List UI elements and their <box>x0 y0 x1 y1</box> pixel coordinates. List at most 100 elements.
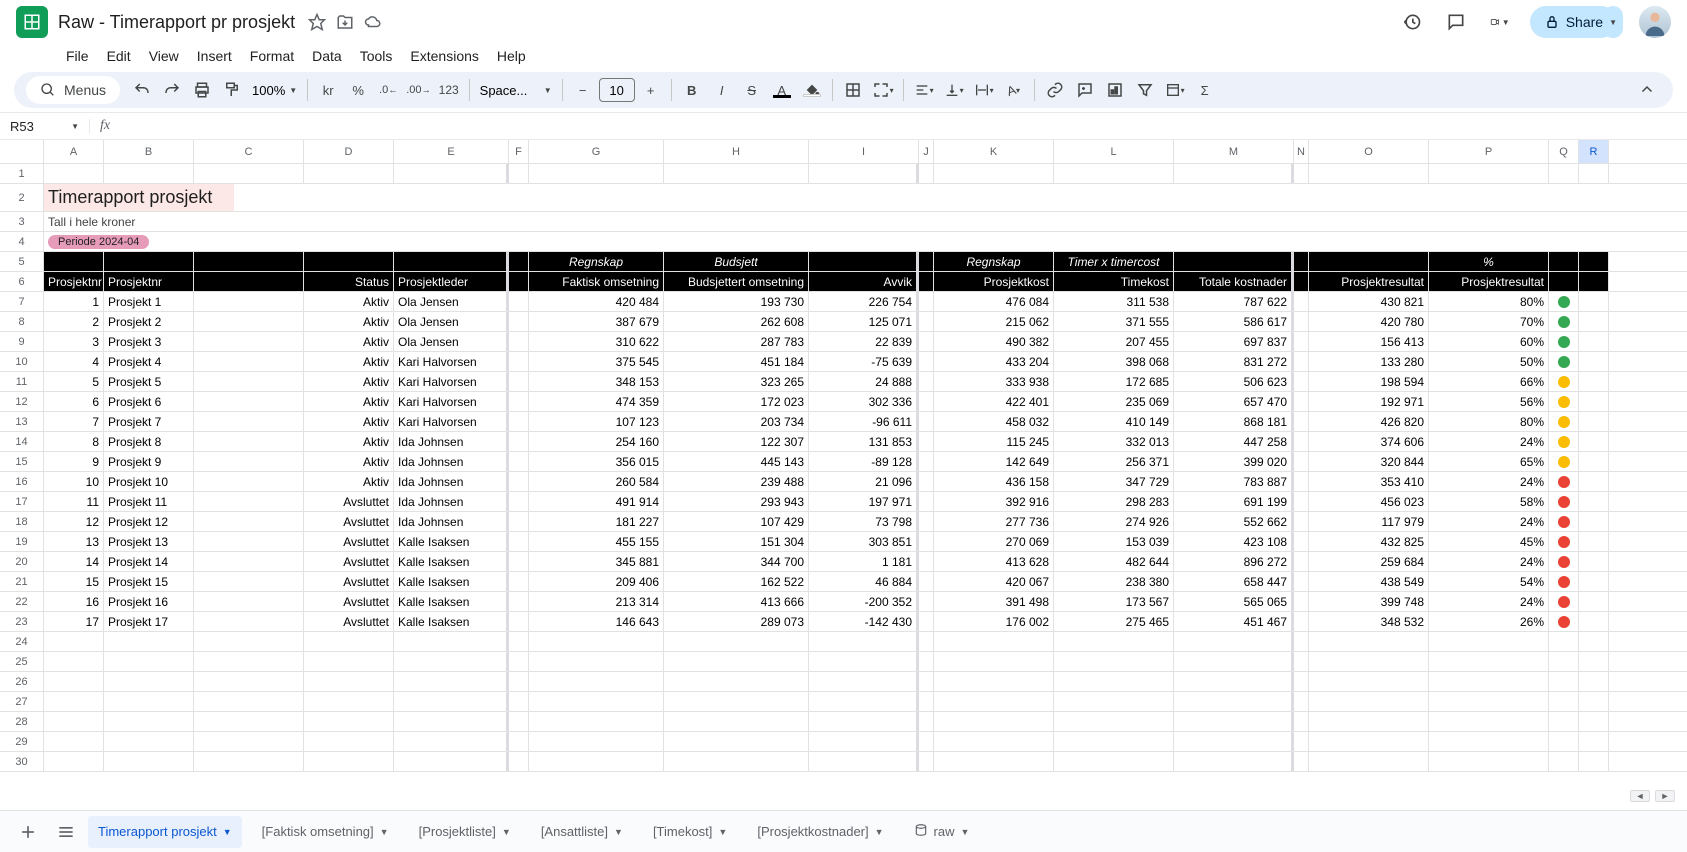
cell[interactable] <box>194 572 304 591</box>
cell[interactable]: 16 <box>44 592 104 611</box>
cell[interactable] <box>1549 252 1579 271</box>
cell[interactable] <box>1549 672 1579 691</box>
cell[interactable]: 197 971 <box>809 492 919 511</box>
sheet-tab[interactable]: [Timekost]▼ <box>643 816 737 848</box>
cell[interactable] <box>509 432 529 451</box>
cell[interactable] <box>509 272 529 291</box>
row-header[interactable]: 11 <box>0 372 44 391</box>
comments-icon[interactable] <box>1446 12 1466 32</box>
cell[interactable] <box>509 372 529 391</box>
star-icon[interactable] <box>307 12 327 32</box>
cell[interactable]: 1 181 <box>809 552 919 571</box>
cell[interactable]: Avsluttet <box>304 612 394 631</box>
cell[interactable] <box>529 164 664 183</box>
cell[interactable]: 348 153 <box>529 372 664 391</box>
cell[interactable] <box>1579 452 1609 471</box>
cell[interactable]: 506 623 <box>1174 372 1294 391</box>
cell[interactable] <box>1429 672 1549 691</box>
cell[interactable] <box>509 492 529 511</box>
cell[interactable] <box>509 452 529 471</box>
col-header[interactable]: F <box>509 140 529 163</box>
cell[interactable] <box>509 472 529 491</box>
cell[interactable]: Avvik <box>809 272 919 291</box>
comment-button[interactable] <box>1071 76 1099 104</box>
cell[interactable] <box>1579 612 1609 631</box>
fontsize-input[interactable]: 10 <box>599 78 635 102</box>
cell[interactable] <box>919 732 934 751</box>
cell[interactable] <box>194 612 304 631</box>
cell[interactable] <box>1549 692 1579 711</box>
cell[interactable] <box>194 732 304 751</box>
cell[interactable]: Aktiv <box>304 332 394 351</box>
cell[interactable]: 203 734 <box>664 412 809 431</box>
cell[interactable] <box>664 692 809 711</box>
cell[interactable] <box>44 632 104 651</box>
cell[interactable]: 447 258 <box>1174 432 1294 451</box>
cell[interactable]: 399 020 <box>1174 452 1294 471</box>
cell[interactable] <box>1174 164 1294 183</box>
cell[interactable] <box>934 652 1054 671</box>
col-header[interactable]: Q <box>1549 140 1579 163</box>
col-header[interactable]: E <box>394 140 509 163</box>
cell[interactable] <box>1294 312 1309 331</box>
cell[interactable] <box>1294 432 1309 451</box>
cell[interactable] <box>1579 272 1609 291</box>
wrap-button[interactable]: ▾ <box>970 76 998 104</box>
cell[interactable]: 60% <box>1429 332 1549 351</box>
cell[interactable] <box>1294 652 1309 671</box>
cell[interactable] <box>304 692 394 711</box>
cell[interactable]: Prosjekt 17 <box>104 612 194 631</box>
cell[interactable]: -89 128 <box>809 452 919 471</box>
row-header[interactable]: 30 <box>0 752 44 771</box>
cell[interactable] <box>1549 752 1579 771</box>
cell[interactable]: Prosjektnr <box>44 272 104 291</box>
cell[interactable]: 275 465 <box>1054 612 1174 631</box>
cell[interactable]: -200 352 <box>809 592 919 611</box>
cell[interactable] <box>1054 632 1174 651</box>
cell[interactable]: 426 820 <box>1309 412 1429 431</box>
cell[interactable]: 1 <box>44 292 104 311</box>
cell[interactable]: -142 430 <box>809 612 919 631</box>
cell[interactable] <box>194 632 304 651</box>
cell[interactable]: 371 555 <box>1054 312 1174 331</box>
cell[interactable]: 24% <box>1429 472 1549 491</box>
cell[interactable]: 311 538 <box>1054 292 1174 311</box>
row-header[interactable]: 24 <box>0 632 44 651</box>
account-avatar[interactable] <box>1639 6 1671 38</box>
cell[interactable]: 226 754 <box>809 292 919 311</box>
cell[interactable]: 80% <box>1429 292 1549 311</box>
col-header[interactable]: K <box>934 140 1054 163</box>
history-icon[interactable] <box>1402 12 1422 32</box>
cell[interactable] <box>194 392 304 411</box>
cell[interactable] <box>1549 712 1579 731</box>
cell[interactable]: 45% <box>1429 532 1549 551</box>
redo-button[interactable] <box>158 76 186 104</box>
cell[interactable] <box>509 312 529 331</box>
select-all-button[interactable] <box>0 140 44 163</box>
percent-button[interactable]: % <box>344 76 372 104</box>
report-title[interactable]: Timerapport prosjekt <box>44 184 234 211</box>
cell[interactable] <box>1579 752 1609 771</box>
cell[interactable] <box>1174 252 1294 271</box>
cell[interactable]: 80% <box>1429 412 1549 431</box>
cell[interactable] <box>1294 552 1309 571</box>
cell[interactable] <box>1579 432 1609 451</box>
cell[interactable]: 9 <box>44 452 104 471</box>
cell[interactable]: 831 272 <box>1174 352 1294 371</box>
row-header[interactable]: 21 <box>0 572 44 591</box>
row-header[interactable]: 29 <box>0 732 44 751</box>
cell[interactable] <box>529 652 664 671</box>
cell[interactable]: Aktiv <box>304 312 394 331</box>
cell[interactable] <box>529 712 664 731</box>
cell[interactable]: 215 062 <box>934 312 1054 331</box>
cell[interactable]: 277 736 <box>934 512 1054 531</box>
cell[interactable] <box>1549 332 1579 351</box>
cell[interactable]: Faktisk omsetning <box>529 272 664 291</box>
spreadsheet-grid[interactable]: A B C D E F G H I J K L M N O P Q R 12Ti… <box>0 140 1687 786</box>
cell[interactable] <box>934 692 1054 711</box>
cell[interactable] <box>509 252 529 271</box>
cell[interactable] <box>809 712 919 731</box>
cell[interactable] <box>1549 612 1579 631</box>
col-header[interactable]: O <box>1309 140 1429 163</box>
cell[interactable] <box>194 492 304 511</box>
